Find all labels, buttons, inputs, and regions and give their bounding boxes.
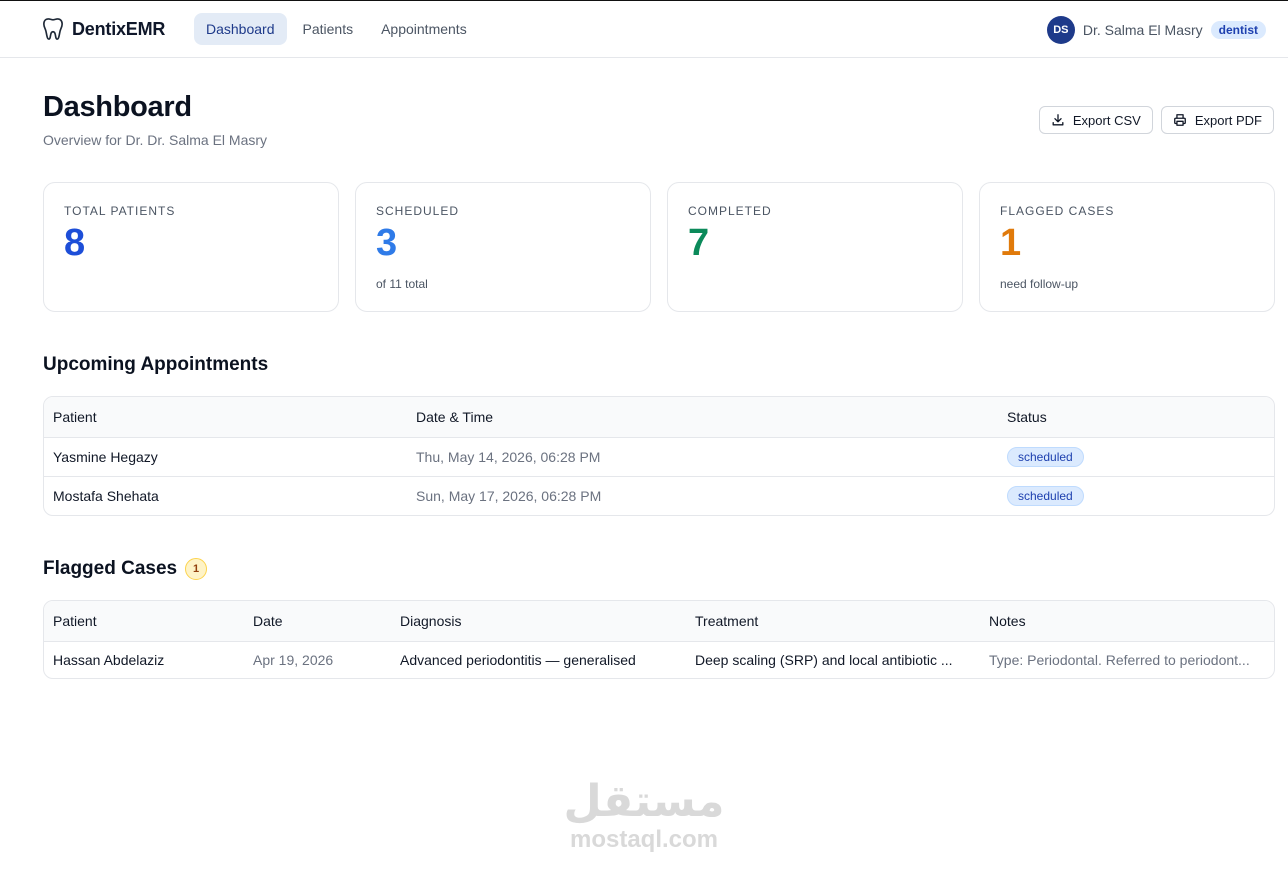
cell-patient: Hassan Abdelaziz <box>53 652 165 668</box>
watermark-text: mostaql.com <box>569 826 719 853</box>
col-patient[interactable]: Patient <box>44 613 244 629</box>
stat-subtext: need follow-up <box>1000 277 1079 291</box>
watermark-logo: مستقل <box>563 776 725 827</box>
upcoming-table: Patient Date & Time Status Yasmine Hegaz… <box>43 396 1275 516</box>
stat-value: 8 <box>64 222 86 264</box>
cell-notes: Type: Periodontal. Referred to periodont… <box>989 652 1250 668</box>
flagged-section-title: Flagged Cases 1 <box>43 558 208 580</box>
header-actions: Export CSV Export PDF <box>1038 106 1274 134</box>
user-name: Dr. Salma El Masry <box>1082 22 1203 38</box>
cell-patient: Mostafa Shehata <box>53 488 159 504</box>
role-badge: dentist <box>1210 21 1266 39</box>
col-treatment[interactable]: Treatment <box>686 613 980 629</box>
table-row[interactable]: Mostafa Shehata Sun, May 17, 2026, 06:28… <box>44 476 1274 515</box>
table-header: Patient Date Diagnosis Treatment Notes <box>44 601 1274 641</box>
cell-datetime: Sun, May 17, 2026, 06:28 PM <box>416 488 602 504</box>
col-status[interactable]: Status <box>998 409 1274 425</box>
top-navbar: DentixEMR Dashboard Patients Appointment… <box>0 0 1288 58</box>
export-csv-button[interactable]: Export CSV <box>1038 106 1153 134</box>
col-notes[interactable]: Notes <box>980 613 1274 629</box>
stat-value: 3 <box>376 222 398 264</box>
stat-card-scheduled: SCHEDULED 3 of 11 total <box>355 182 651 312</box>
cell-treatment: Deep scaling (SRP) and local antibiotic … <box>695 652 953 668</box>
col-datetime[interactable]: Date & Time <box>407 409 998 425</box>
flagged-count-badge: 1 <box>185 558 208 580</box>
download-icon <box>1052 114 1064 126</box>
stat-cards: TOTAL PATIENTS 8 SCHEDULED 3 of 11 total… <box>43 182 1275 312</box>
cell-date: Apr 19, 2026 <box>253 652 334 668</box>
nav-patients[interactable]: Patients <box>291 13 366 45</box>
nav-appointments[interactable]: Appointments <box>369 13 479 45</box>
cell-patient: Yasmine Hegazy <box>53 449 158 465</box>
stat-value: 1 <box>1000 222 1022 264</box>
stat-label: FLAGGED CASES <box>1000 204 1115 218</box>
stat-value: 7 <box>688 222 710 264</box>
main-nav: Dashboard Patients Appointments <box>194 13 483 45</box>
status-badge: scheduled <box>1007 447 1084 467</box>
page-subtitle: Overview for Dr. Dr. Salma El Masry <box>43 132 268 148</box>
printer-icon <box>1173 114 1186 126</box>
stat-label: TOTAL PATIENTS <box>64 204 176 218</box>
stat-card-completed: COMPLETED 7 <box>667 182 963 312</box>
nav-dashboard[interactable]: Dashboard <box>194 13 287 45</box>
avatar: DS <box>1046 16 1075 44</box>
stat-card-total-patients: TOTAL PATIENTS 8 <box>43 182 339 312</box>
stat-card-flagged: FLAGGED CASES 1 need follow-up <box>979 182 1275 312</box>
col-patient[interactable]: Patient <box>44 409 407 425</box>
tooth-icon <box>43 18 63 40</box>
export-pdf-label: Export PDF <box>1194 112 1262 128</box>
stat-subtext: of 11 total <box>376 277 428 291</box>
stat-label: SCHEDULED <box>376 204 460 218</box>
stat-label: COMPLETED <box>688 204 772 218</box>
flagged-table: Patient Date Diagnosis Treatment Notes H… <box>43 600 1275 679</box>
cell-datetime: Thu, May 14, 2026, 06:28 PM <box>416 449 601 465</box>
table-header: Patient Date & Time Status <box>44 397 1274 437</box>
watermark: مستقل mostaql.com <box>0 780 1288 854</box>
col-date[interactable]: Date <box>244 613 391 629</box>
table-row[interactable]: Yasmine Hegazy Thu, May 14, 2026, 06:28 … <box>44 437 1274 476</box>
page-title: Dashboard <box>43 91 192 123</box>
export-csv-label: Export CSV <box>1072 112 1141 128</box>
brand-name: DentixEMR <box>72 18 166 39</box>
export-pdf-button[interactable]: Export PDF <box>1160 106 1274 134</box>
flagged-title: Flagged Cases <box>43 558 178 579</box>
brand[interactable]: DentixEMR <box>42 16 165 42</box>
table-row[interactable]: Hassan Abdelaziz Apr 19, 2026 Advanced p… <box>44 641 1274 678</box>
status-badge: scheduled <box>1007 486 1084 506</box>
col-diagnosis[interactable]: Diagnosis <box>391 613 686 629</box>
upcoming-section-title: Upcoming Appointments <box>43 354 268 376</box>
cell-diagnosis: Advanced periodontitis — generalised <box>400 652 636 668</box>
user-menu[interactable]: DS Dr. Salma El Masry dentist <box>1046 16 1266 44</box>
upcoming-title: Upcoming Appointments <box>43 354 269 375</box>
